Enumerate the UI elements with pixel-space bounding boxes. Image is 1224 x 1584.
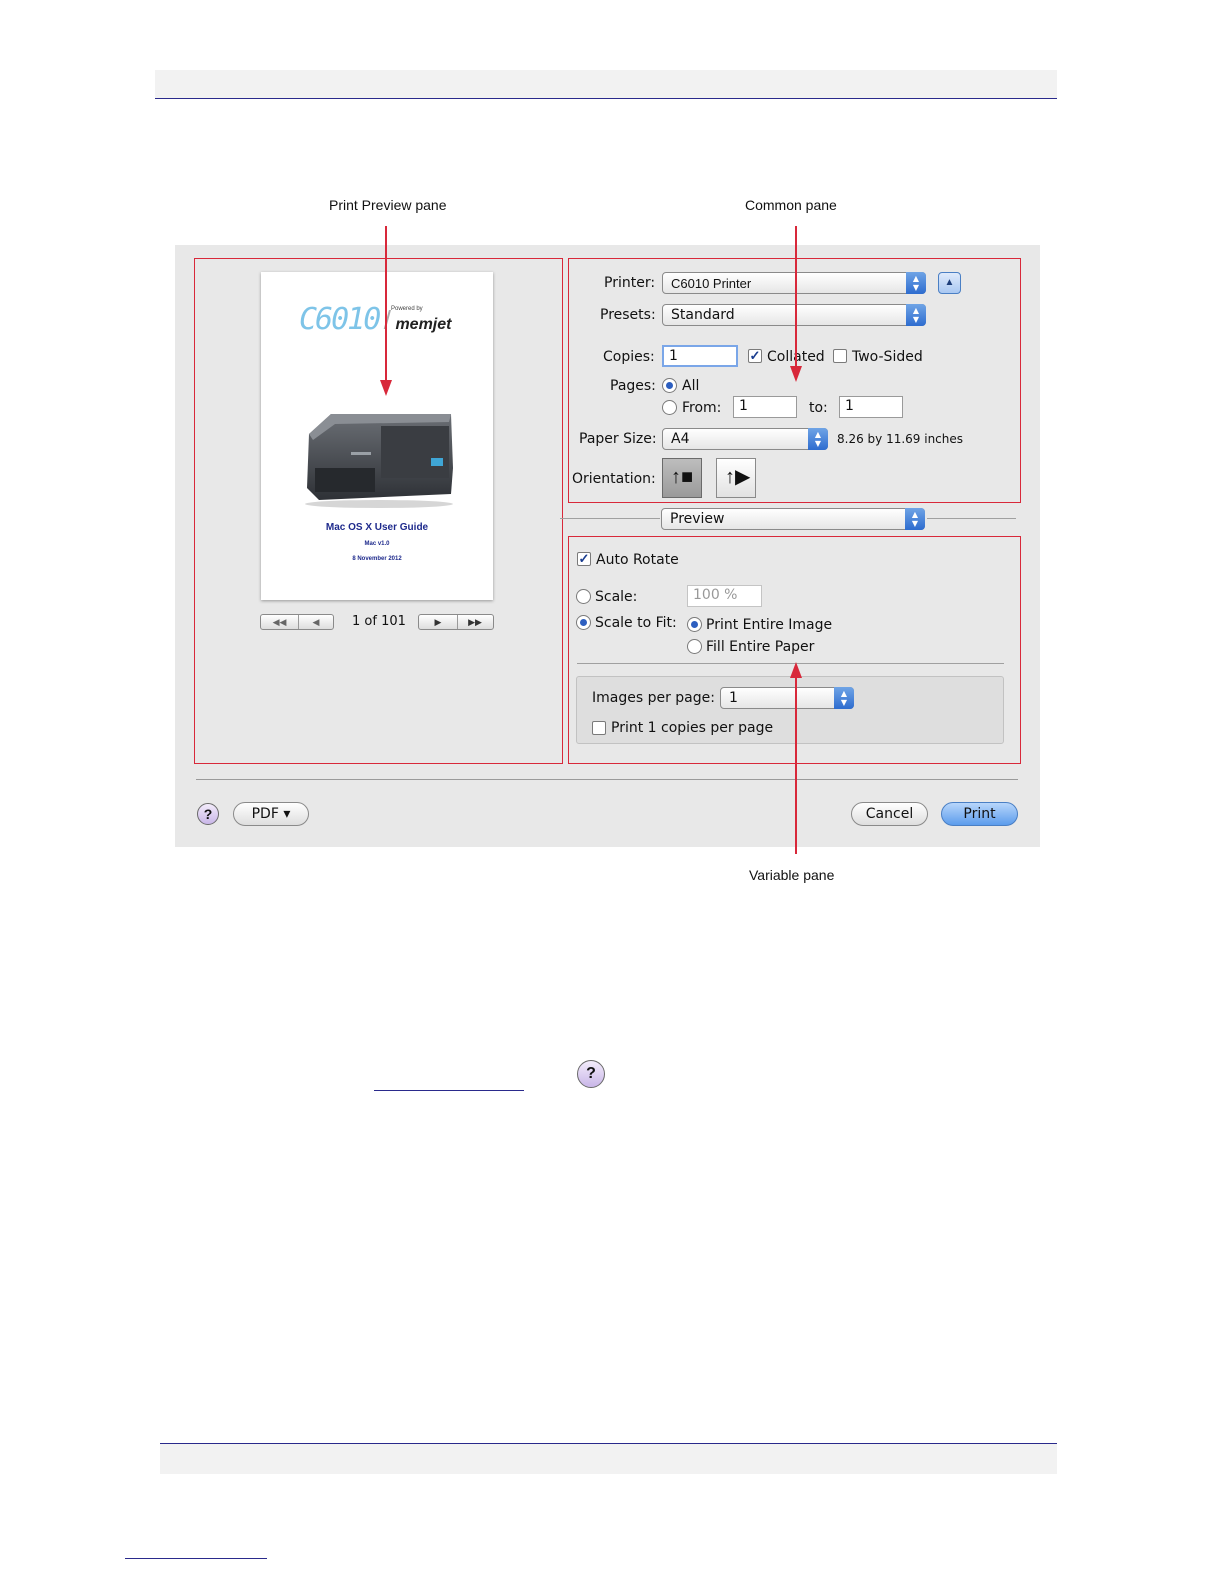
copies-label: Copies: — [603, 349, 655, 365]
images-per-page-stepper-icon: ▲ ▼ — [834, 687, 854, 709]
section-divider-left — [560, 518, 660, 519]
inline-help-icon: ? — [577, 1060, 605, 1088]
pages-from-label: From: — [682, 400, 722, 416]
presets-popup[interactable]: Standard ▲ ▼ — [662, 304, 926, 326]
preview-nav-forward-group: ▶ ▶▶ — [418, 614, 494, 630]
orientation-portrait-button[interactable]: ↑■ — [662, 458, 702, 498]
scale-radio[interactable] — [576, 589, 591, 604]
pages-to-label: to: — [809, 400, 828, 416]
printer-stepper-icon: ▲ ▼ — [906, 272, 926, 294]
previous-page-icon: ◀ — [312, 617, 320, 627]
disclosure-button[interactable]: ▲ — [938, 272, 961, 294]
paper-size-popup[interactable]: A4 ▲ ▼ — [662, 428, 828, 450]
print-entire-image-label: Print Entire Image — [706, 617, 833, 633]
images-per-page-popup[interactable]: 1 ▲ ▼ — [720, 687, 854, 709]
fill-entire-paper-label: Fill Entire Paper — [706, 639, 815, 655]
footer-divider — [196, 779, 1018, 780]
page-counter: 1 of 101 — [352, 614, 406, 629]
inline-help-glyph: ? — [586, 1065, 596, 1082]
presets-value: Standard — [671, 307, 735, 323]
next-page-button[interactable]: ▶ — [419, 615, 458, 629]
scale-to-fit-label: Scale to Fit: — [595, 615, 677, 631]
help-icon: ? — [203, 806, 213, 822]
orientation-landscape-button[interactable]: ↑▶ — [716, 458, 756, 498]
paper-size-label: Paper Size: — [579, 431, 657, 447]
print-copies-per-page-label: Print 1 copies per page — [611, 720, 774, 736]
preview-page: C6010 / Powered by memjet Mac OS X User … — [261, 272, 493, 600]
variable-pane-arrow-line — [795, 676, 797, 854]
footnote-rule — [125, 1558, 267, 1559]
previous-page-button[interactable]: ◀ — [298, 615, 334, 629]
print-copies-per-page-checkbox[interactable] — [592, 721, 606, 735]
pdf-button[interactable]: PDF ▾ — [233, 802, 309, 826]
page-header-band — [155, 70, 1057, 98]
auto-rotate-label: Auto Rotate — [596, 552, 679, 568]
common-pane-arrow-line — [795, 226, 797, 368]
pages-all-label: All — [682, 378, 700, 394]
to-page-input[interactable]: 1 — [839, 396, 903, 418]
common-pane-arrowhead — [790, 366, 802, 382]
preview-nav-back-group: ◀◀ ◀ — [260, 614, 334, 630]
pages-label: Pages: — [610, 378, 656, 394]
presets-stepper-icon: ▲ ▼ — [906, 304, 926, 326]
print-button[interactable]: Print — [941, 802, 1018, 826]
pages-from-radio[interactable] — [662, 400, 677, 415]
doc-date: 8 November 2012 — [352, 556, 402, 562]
doc-brand: memjet — [395, 316, 452, 333]
two-sided-checkbox[interactable] — [833, 349, 847, 363]
callout-print-preview-pane: Print Preview pane — [329, 197, 447, 213]
collated-checkbox[interactable]: ✓ — [748, 349, 762, 363]
orientation-label: Orientation: — [572, 471, 656, 487]
preview-pane-arrowhead — [380, 380, 392, 396]
print-entire-image-radio[interactable] — [687, 617, 702, 632]
images-per-page-value: 1 — [729, 690, 738, 706]
section-popup-value: Preview — [670, 511, 725, 527]
scale-to-fit-radio[interactable] — [576, 615, 591, 630]
last-page-button[interactable]: ▶▶ — [457, 615, 493, 629]
section-divider-right — [927, 518, 1016, 519]
section-popup[interactable]: Preview ▲ ▼ — [661, 508, 925, 530]
scale-input[interactable]: 100 % — [687, 585, 762, 607]
disclosure-triangle-icon: ▲ — [944, 277, 955, 288]
images-per-page-label: Images per page: — [592, 690, 715, 706]
paper-size-value: A4 — [671, 431, 690, 447]
page-header-rule — [155, 98, 1057, 99]
doc-logo: C6010 / Powered by memjet — [299, 302, 451, 337]
copies-input[interactable]: 1 — [662, 345, 738, 367]
portrait-orientation-icon: ↑■ — [671, 466, 694, 488]
doc-logo-text: C6010 — [299, 302, 381, 337]
next-page-icon: ▶ — [434, 617, 442, 627]
cancel-button[interactable]: Cancel — [851, 802, 928, 826]
printer-value: C6010 Printer — [671, 276, 752, 291]
first-page-icon: ◀◀ — [272, 617, 287, 627]
help-button[interactable]: ? — [197, 803, 219, 825]
first-page-button[interactable]: ◀◀ — [261, 615, 299, 629]
hyperlink-underline[interactable] — [374, 1090, 524, 1091]
last-page-icon: ▶▶ — [468, 617, 482, 627]
doc-title: Mac OS X User Guide — [325, 522, 429, 533]
fill-entire-paper-radio[interactable] — [687, 639, 702, 654]
printer-image — [301, 408, 457, 508]
paper-dimensions: 8.26 by 11.69 inches — [837, 432, 964, 446]
preview-pane-arrow-line — [385, 226, 387, 382]
pages-all-radio[interactable] — [662, 378, 677, 393]
landscape-orientation-icon: ↑▶ — [725, 466, 751, 488]
printer-popup[interactable]: C6010 Printer ▲ ▼ — [662, 272, 926, 294]
two-sided-label: Two-Sided — [852, 349, 923, 365]
scale-label: Scale: — [595, 589, 638, 605]
doc-brand-powered: Powered by — [391, 306, 423, 312]
section-popup-stepper-icon: ▲ ▼ — [905, 508, 925, 530]
from-page-input[interactable]: 1 — [733, 396, 797, 418]
paper-size-stepper-icon: ▲ ▼ — [808, 428, 828, 450]
presets-label: Presets: — [600, 307, 656, 323]
doc-version: Mac v1.0 — [364, 541, 390, 547]
printer-label: Printer: — [604, 275, 656, 291]
callout-variable-pane: Variable pane — [749, 867, 835, 883]
auto-rotate-checkbox[interactable]: ✓ — [577, 552, 591, 566]
callout-common-pane: Common pane — [745, 197, 837, 213]
page-footer-band — [160, 1444, 1057, 1474]
